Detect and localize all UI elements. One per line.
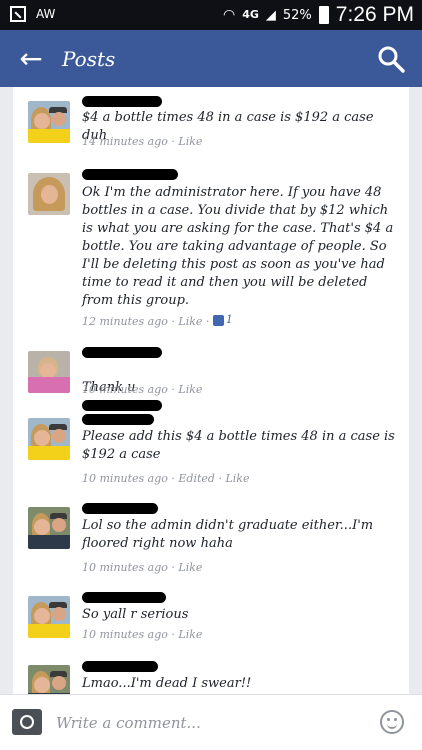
like-link[interactable]: Like xyxy=(178,135,202,148)
like-count[interactable]: 1 xyxy=(212,313,233,326)
emoji-icon[interactable] xyxy=(380,710,404,734)
edited-label[interactable]: Edited xyxy=(178,472,215,485)
like-link[interactable]: Like xyxy=(178,315,202,328)
comment-item: Ok I'm the administrator here. If you ha… xyxy=(13,163,409,328)
comment-text: Lmao...I'm dead I swear!! xyxy=(82,676,252,691)
author-name[interactable] xyxy=(82,414,154,425)
app-bar: ← Posts xyxy=(0,30,422,87)
avatar[interactable] xyxy=(28,101,70,143)
like-link[interactable]: Like xyxy=(178,628,202,641)
author-name[interactable] xyxy=(82,503,158,514)
author-name[interactable] xyxy=(82,169,178,180)
clock: 7:26 PM xyxy=(335,3,414,26)
like-link[interactable]: Like xyxy=(178,561,202,574)
signal-icon: ◢ xyxy=(265,7,276,23)
like-link[interactable]: Like xyxy=(178,383,202,396)
comment-feed: $4 a bottle times 48 in a case is $192 a… xyxy=(13,87,409,694)
carrier-text: AW xyxy=(36,7,56,21)
author-name[interactable] xyxy=(82,96,162,107)
comment-text: Lol so the admin didn't graduate either.… xyxy=(82,518,374,551)
wifi-icon: ◠ xyxy=(222,7,236,23)
author-name[interactable] xyxy=(82,592,166,603)
search-icon[interactable] xyxy=(376,44,406,74)
comment-time: 10 minutes ago xyxy=(82,561,168,574)
comment-item: $4 a bottle times 48 in a case is $192 a… xyxy=(13,93,409,153)
status-bar: AW ◠ 4G ◢ 52% 7:26 PM xyxy=(0,0,422,30)
like-count-value: 1 xyxy=(225,313,233,326)
avatar[interactable] xyxy=(28,665,70,694)
camera-icon[interactable] xyxy=(12,709,42,735)
comment-input[interactable] xyxy=(56,711,356,735)
comment-item: Please add this $4 a bottle times 48 in … xyxy=(13,408,409,488)
comment-meta: 14 minutes ago · Like xyxy=(82,135,203,148)
avatar[interactable] xyxy=(28,351,70,393)
author-name[interactable] xyxy=(82,347,162,358)
comment-time: 10 minutes ago xyxy=(82,472,168,485)
comment-item: So yall r serious 10 minutes ago · Like xyxy=(13,586,409,646)
battery-percent: 52% xyxy=(282,7,312,23)
avatar[interactable] xyxy=(28,596,70,638)
battery-icon xyxy=(318,6,329,24)
back-arrow-icon[interactable]: ← xyxy=(14,42,48,76)
comment-time: 10 minutes ago xyxy=(82,628,168,641)
comment-item: Lmao...I'm dead I swear!! xyxy=(13,655,409,694)
comment-meta: 10 minutes ago · Edited · Like xyxy=(82,472,250,485)
comment-text: Ok I'm the administrator here. If you ha… xyxy=(82,185,394,308)
comment-meta: 10 minutes ago · Like xyxy=(82,383,203,396)
like-link[interactable]: Like xyxy=(225,472,249,485)
author-name[interactable] xyxy=(82,661,158,672)
comment-text: Please add this $4 a bottle times 48 in … xyxy=(82,429,395,462)
screenshot-notification-icon xyxy=(10,6,26,22)
comment-item: Thank u 10 minutes ago · Like xyxy=(13,341,409,411)
thumbs-up-icon xyxy=(212,315,224,326)
network-indicator: 4G xyxy=(242,8,259,21)
comment-meta: 10 minutes ago · Like xyxy=(82,628,203,641)
comment-item: Lol so the admin didn't graduate either.… xyxy=(13,497,409,577)
comment-time: 10 minutes ago xyxy=(82,383,168,396)
avatar[interactable] xyxy=(28,418,70,460)
comment-meta: 12 minutes ago · Like · 1 xyxy=(82,313,233,328)
avatar[interactable] xyxy=(28,507,70,549)
comment-meta: 10 minutes ago · Like xyxy=(82,561,203,574)
comment-text: So yall r serious xyxy=(82,607,189,622)
comment-time: 14 minutes ago xyxy=(82,135,168,148)
comment-time: 12 minutes ago xyxy=(82,315,168,328)
avatar[interactable] xyxy=(28,173,70,215)
page-title: Posts xyxy=(62,46,116,71)
comment-composer xyxy=(0,694,422,750)
